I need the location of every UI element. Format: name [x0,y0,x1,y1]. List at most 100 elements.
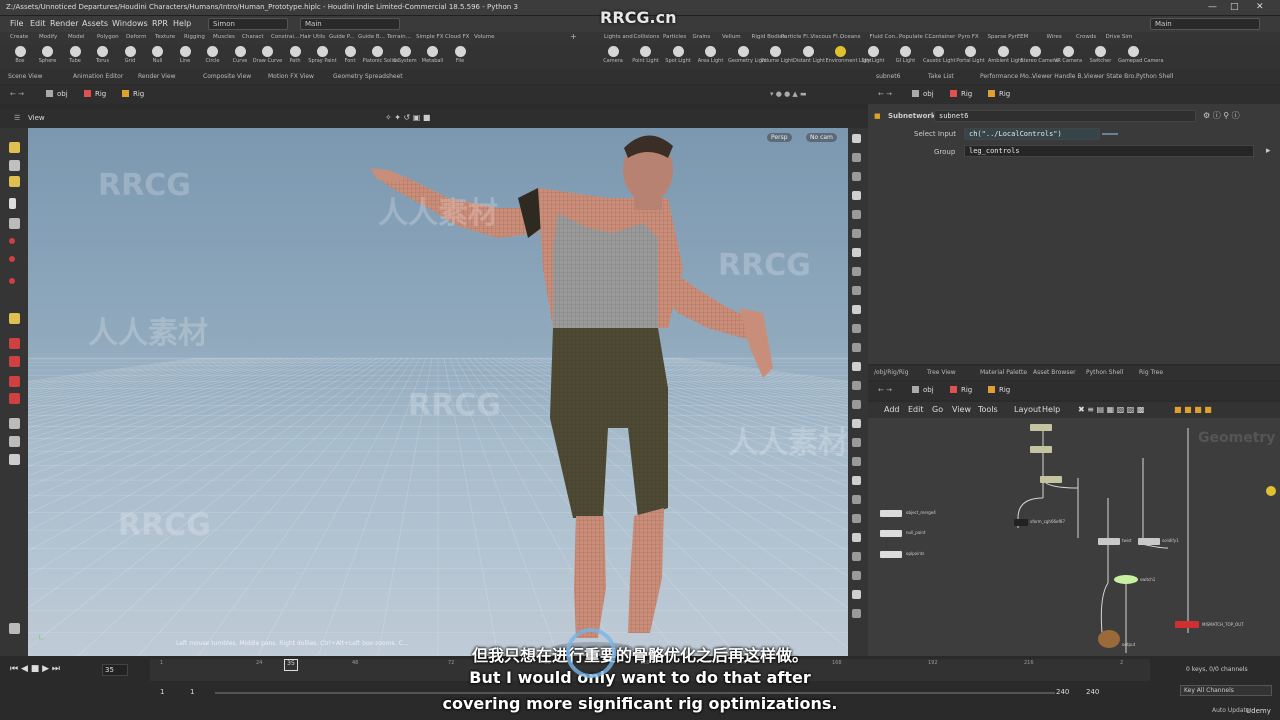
network-menu-item[interactable]: Help [1042,405,1060,414]
shelf-tool[interactable]: Spray Paint [308,44,338,70]
shelf-tool[interactable]: Tube [60,44,90,70]
crumb-rig-inner[interactable]: Rig [988,386,1010,394]
shelf-tool[interactable]: Draw Curve [253,44,283,70]
shelf-tab[interactable]: Deform [126,34,146,40]
display-option-icon[interactable] [852,419,861,428]
pane-tab[interactable]: Scene View [8,73,42,80]
shelf-tab[interactable]: Muscles [213,34,235,40]
viewport-toolbar-icons[interactable]: ✧ ✦ ↺ ▣ ■ [385,113,430,122]
shelf-tool[interactable]: Font [335,44,365,70]
pane-tab[interactable]: Render View [138,73,176,80]
network-menu-item[interactable]: Layout [1014,405,1041,414]
magnet-icon[interactable] [9,393,20,404]
display-option-icon[interactable] [852,514,861,523]
shelf-tool[interactable]: File [445,44,475,70]
shelf-tab[interactable]: Collisions [634,34,660,40]
shelf-tool[interactable]: VR Camera [1053,44,1083,70]
network-node[interactable] [880,530,902,537]
network-tab[interactable]: Tree View [927,369,956,376]
network-node[interactable] [1030,424,1052,431]
shelf-tab[interactable]: Oceans [840,34,860,40]
select-tool-icon[interactable] [9,142,20,153]
display-option-icon[interactable] [852,476,861,485]
shelf-tab[interactable]: Pyro FX [958,34,979,40]
network-node[interactable] [1138,538,1160,545]
shelf-tool[interactable]: Line [170,44,200,70]
shelf-tab[interactable]: Wires [1047,34,1062,40]
shelf-tab[interactable]: Grains [693,34,711,40]
shelf-tab[interactable]: FEM [1017,34,1028,40]
network-node[interactable] [1040,476,1062,483]
scene-viewport[interactable]: RRCG 人人素材 RRCG 人人素材 RRCG 人人素材 RRCG Persp… [28,128,848,656]
display-option-icon[interactable] [852,134,861,143]
display-option-icon[interactable] [852,191,861,200]
shelf-tab[interactable]: Volume [474,34,494,40]
shelf-tool[interactable]: Portal Light [956,44,986,70]
info-badge-icon[interactable] [1266,486,1276,496]
edit-tool-icon[interactable] [9,338,20,349]
crumb-rig-inner[interactable]: Rig [122,90,144,98]
back-arrow-icon[interactable]: ← → [10,90,24,98]
menu-edit[interactable]: Edit [30,19,46,28]
shelf-tool[interactable]: Volume Light [761,44,793,70]
select-input-field[interactable]: ch("../LocalControls") [964,128,1100,140]
shelf-tool[interactable]: Curve [225,44,255,70]
network-node[interactable] [1014,519,1028,526]
group-field[interactable]: leg_controls [964,145,1254,157]
shelf-tool[interactable]: Distant Light [793,44,825,70]
menu-assets[interactable]: Assets [82,19,108,28]
display-option-icon[interactable] [852,609,861,618]
menu-help[interactable]: Help [173,19,191,28]
snap-icon[interactable] [9,436,20,447]
shelf-tool[interactable]: Geometry Light [728,44,767,70]
network-menu-item[interactable]: Add [884,405,900,414]
network-node[interactable] [1098,538,1120,545]
display-option-icon[interactable] [852,362,861,371]
network-menu-item[interactable]: View [952,405,971,414]
viewport-menu-icon[interactable]: ☰ [14,114,20,122]
pane-tab[interactable]: subnet6 [876,73,900,80]
handle-tool-icon[interactable] [9,176,20,187]
network-node[interactable] [1030,446,1052,453]
crumb-obj[interactable]: obj [912,386,934,394]
menu-windows[interactable]: Windows [112,19,148,28]
shelf-tab[interactable]: Cloud FX [445,34,469,40]
shelf-tool[interactable]: Stereo Camera [1021,44,1058,70]
network-tab[interactable]: /obj/Rig/Rig [874,369,909,376]
display-option-icon[interactable] [852,324,861,333]
display-option-icon[interactable] [852,590,861,599]
display-option-icon[interactable] [852,552,861,561]
brush-icon[interactable] [9,313,20,324]
network-editor[interactable]: Geometry object_merge4 null_point oplpoi… [868,418,1280,656]
shelf-tab[interactable]: Container [929,34,956,40]
pane-tab[interactable]: Animation Editor [73,73,123,80]
display-option-icon[interactable] [852,495,861,504]
shelf-tool[interactable]: L-System [390,44,420,70]
display-option-icon[interactable] [852,229,861,238]
crumb-rig[interactable]: Rig [84,90,106,98]
shelf-tab[interactable]: Particles [663,34,686,40]
shelf-tab[interactable]: Crowds [1076,34,1096,40]
shelf-tool[interactable]: Metaball [418,44,448,70]
display-option-icon[interactable] [852,438,861,447]
shelf-tab[interactable]: Particle Fl... [781,34,813,40]
menu-rpr[interactable]: RPR [152,19,168,28]
shelf-tool[interactable]: Torus [88,44,118,70]
close-icon[interactable]: ✕ [1256,2,1264,12]
crumb-rig[interactable]: Rig [950,90,972,98]
display-option-icon[interactable] [852,305,861,314]
network-node[interactable] [1175,621,1199,628]
network-tab[interactable]: Asset Browser [1033,369,1076,376]
shelf-tool[interactable]: Path [280,44,310,70]
network-tab[interactable]: Rig Tree [1139,369,1163,376]
shelf-tool[interactable]: Null [143,44,173,70]
shelf-tab[interactable]: Guide P... [329,34,355,40]
shelf-tab[interactable]: Fluid Con... [870,34,901,40]
network-toolbar-icons[interactable]: ✖ ≡ ▤ ▦ ▧ ▨ ▩ [1078,405,1144,414]
shelf-tab[interactable]: Drive Sim [1106,34,1133,40]
network-menu-item[interactable]: Tools [978,405,998,414]
shelf-tab[interactable]: Create [10,34,28,40]
pane-tab[interactable]: Python Shell [1136,73,1173,80]
network-tab[interactable]: Material Palette [980,369,1027,376]
pointer-icon[interactable] [9,198,16,209]
